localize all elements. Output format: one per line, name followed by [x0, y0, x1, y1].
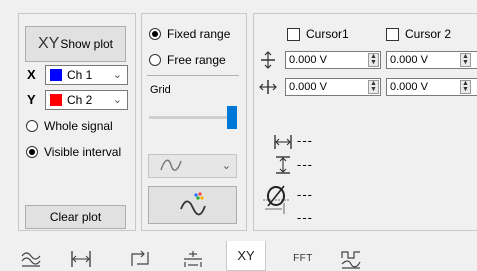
- x-channel-select[interactable]: Ch 1 ⌄: [45, 65, 128, 85]
- visible-interval-label: Visible interval: [44, 145, 122, 159]
- x-channel-color-swatch: [50, 69, 62, 81]
- y-axis-letter: Y: [27, 92, 36, 107]
- range-divider: [147, 75, 239, 76]
- grid-slider-track: [149, 116, 233, 119]
- free-range-radio[interactable]: Free range: [149, 53, 226, 67]
- grid-slider[interactable]: [149, 106, 239, 130]
- tab-xy-label: XY: [237, 248, 255, 263]
- cursor1-checkbox[interactable]: Cursor1: [287, 27, 349, 41]
- time-domain-icon: [21, 251, 41, 267]
- spinner-arrows-icon[interactable]: ▲ ▼: [460, 53, 471, 67]
- cursor1-checkbox-box: [287, 27, 300, 41]
- free-range-label: Free range: [167, 53, 226, 67]
- cursor2-label: Cursor 2: [405, 27, 452, 41]
- cursor2-voltage2-input[interactable]: 0.000 V ▲ ▼: [386, 78, 477, 96]
- whole-signal-label: Whole signal: [44, 119, 113, 133]
- phase-icon: [263, 185, 289, 214]
- fixed-range-radio-dot: [149, 28, 161, 40]
- chevron-down-icon: ⌄: [112, 94, 122, 106]
- waveform-select[interactable]: ⌄: [148, 154, 237, 178]
- grid-label: Grid: [150, 84, 171, 96]
- cursor2-voltage1-input[interactable]: 0.000 V ▲ ▼: [386, 51, 477, 69]
- spinner-arrows-icon[interactable]: ▲ ▼: [460, 80, 471, 94]
- visible-interval-radio-dot: [26, 146, 38, 158]
- cursor1-voltage1-value: 0.000 V: [289, 54, 327, 66]
- math-icon: [184, 250, 202, 267]
- whole-signal-radio-dot: [26, 120, 38, 132]
- cursor2-voltage2-value: 0.000 V: [390, 81, 428, 93]
- x-axis-letter: X: [27, 67, 36, 82]
- fixed-range-radio[interactable]: Fixed range: [149, 27, 230, 41]
- phase-value-2: ---: [297, 210, 313, 225]
- delta-x-value: ---: [297, 133, 313, 148]
- visible-interval-radio[interactable]: Visible interval: [26, 145, 121, 159]
- phase-value-1: ---: [297, 187, 313, 202]
- clear-plot-button[interactable]: Clear plot: [25, 205, 126, 229]
- chevron-down-icon: ⌄: [112, 69, 122, 81]
- spinner-arrows-icon[interactable]: ▲ ▼: [368, 80, 379, 94]
- show-plot-xy-text: XY: [37, 35, 60, 52]
- y-channel-color-swatch: [50, 94, 62, 106]
- clear-plot-label: Clear plot: [49, 210, 102, 224]
- cursor2-checkbox[interactable]: Cursor 2: [386, 27, 451, 41]
- delta-x-icon: [274, 135, 292, 149]
- show-plot-button[interactable]: XY Show plot: [25, 26, 126, 62]
- vertical-position-icon: [261, 51, 275, 69]
- cursor1-voltage2-input[interactable]: 0.000 V ▲ ▼: [285, 78, 381, 96]
- waveform-icon: [160, 159, 182, 171]
- whole-signal-radio[interactable]: Whole signal: [26, 119, 113, 133]
- cursor2-voltage1-value: 0.000 V: [390, 54, 428, 66]
- time-cursors-icon: [71, 250, 91, 267]
- free-range-radio-dot: [149, 54, 161, 66]
- cursor2-checkbox-box: [386, 27, 399, 41]
- tab-trigger[interactable]: [125, 246, 155, 271]
- tab-fft-label: FFT: [293, 253, 313, 264]
- x-channel-value: Ch 1: [67, 68, 93, 82]
- spinner-arrows-icon[interactable]: ▲ ▼: [368, 53, 379, 67]
- delta-y-icon: [276, 156, 290, 174]
- signal-color-icon: [179, 192, 206, 216]
- tab-logic[interactable]: [334, 246, 368, 271]
- cursor1-label: Cursor1: [306, 27, 349, 41]
- grid-slider-handle[interactable]: [227, 106, 237, 129]
- signal-color-button[interactable]: [148, 186, 237, 224]
- fixed-range-label: Fixed range: [167, 27, 231, 41]
- tab-xy[interactable]: XY: [226, 241, 266, 271]
- chevron-down-icon: ⌄: [221, 160, 231, 172]
- cursor1-voltage2-value: 0.000 V: [289, 81, 327, 93]
- y-channel-value: Ch 2: [67, 93, 93, 107]
- cursor1-voltage1-input[interactable]: 0.000 V ▲ ▼: [285, 51, 381, 69]
- trigger-icon: [131, 250, 149, 266]
- show-plot-label: Show plot: [60, 37, 114, 51]
- y-channel-select[interactable]: Ch 2 ⌄: [45, 90, 128, 110]
- horizontal-position-icon: [259, 80, 277, 94]
- tab-math[interactable]: [178, 246, 208, 271]
- logic-analyzer-icon: [341, 250, 361, 269]
- tab-time-domain[interactable]: [16, 246, 46, 271]
- tab-time-cursors[interactable]: [66, 246, 96, 271]
- delta-y-value: ---: [297, 157, 313, 172]
- tab-fft[interactable]: FFT: [283, 246, 323, 271]
